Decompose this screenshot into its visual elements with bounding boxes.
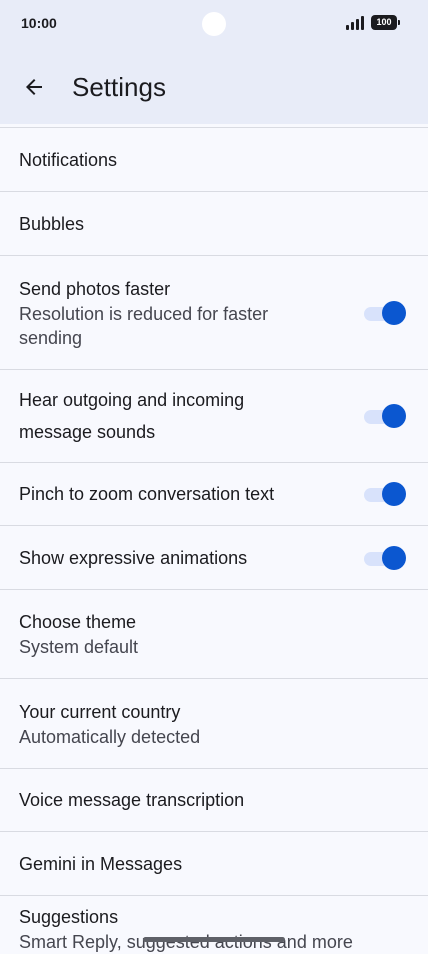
setting-title: Choose theme [19,612,137,632]
setting-current-country[interactable]: Your current country Automatically detec… [0,678,428,768]
home-indicator[interactable] [143,937,285,942]
setting-subtitle: System default [19,637,139,657]
setting-voice-transcription[interactable]: Voice message transcription [0,768,428,831]
setting-title: Suggestions [19,907,119,927]
status-time: 10:00 [21,15,57,31]
setting-title: Your current country [19,701,181,722]
status-bar: 10:00 100 [0,0,428,50]
setting-suggestions[interactable]: Suggestions Smart Reply, suggested actio… [0,895,428,952]
setting-title: Hear outgoing and incoming message sound… [19,390,245,442]
setting-title: Voice message transcription [19,790,245,810]
setting-subtitle: Smart Reply, suggested actions and more [19,932,353,952]
setting-expressive-animations[interactable]: Show expressive animations [0,525,428,589]
setting-subtitle: Resolution is reduced for faster sending [19,303,269,348]
signal-icon [346,16,366,30]
setting-send-photos-faster[interactable]: Send photos faster Resolution is reduced… [0,255,428,369]
settings-list: Notifications Bubbles Send photos faster… [0,127,428,952]
setting-bubbles[interactable]: Bubbles [0,191,428,255]
camera-cutout [202,12,226,36]
setting-subtitle: Automatically detected [19,726,201,747]
send-photos-faster-toggle[interactable] [364,300,406,325]
setting-choose-theme[interactable]: Choose theme System default [0,589,428,678]
setting-gemini[interactable]: Gemini in Messages [0,831,428,895]
arrow-back-icon [26,79,42,95]
expressive-animations-toggle[interactable] [364,545,406,570]
setting-title: Gemini in Messages [19,853,183,874]
setting-title: Bubbles [19,213,85,234]
setting-title: Pinch to zoom conversation text [19,484,275,504]
battery-icon: 100 [371,15,400,30]
page-title: Settings [72,72,166,102]
top-app-area: 10:00 100 Settings [0,0,428,124]
setting-notifications[interactable]: Notifications [0,127,428,191]
app-bar: Settings [0,54,428,120]
back-button[interactable] [10,63,58,111]
setting-title: Send photos faster [19,278,171,299]
setting-title: Show expressive animations [19,547,248,568]
pinch-to-zoom-toggle[interactable] [364,482,406,506]
setting-title: Notifications [19,149,118,170]
message-sounds-toggle[interactable] [364,404,406,428]
setting-message-sounds[interactable]: Hear outgoing and incoming message sound… [0,369,428,462]
setting-pinch-to-zoom[interactable]: Pinch to zoom conversation text [0,462,428,525]
